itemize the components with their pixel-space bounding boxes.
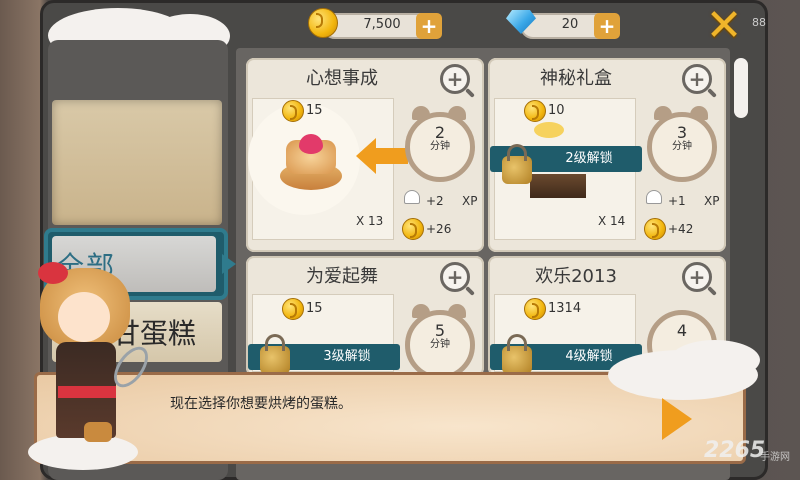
xp-label: XP bbox=[704, 194, 720, 208]
coin-icon bbox=[524, 298, 546, 320]
add-gems-button[interactable]: + bbox=[594, 13, 620, 39]
cupcake-icon bbox=[84, 422, 112, 442]
timer-clock-icon: 3 分钟 bbox=[647, 112, 717, 182]
selected-pointer-icon bbox=[222, 254, 236, 274]
heart-icon bbox=[299, 134, 323, 154]
coin-icon bbox=[282, 298, 304, 320]
watermark-logo: 2265 bbox=[704, 438, 766, 463]
coin-amount: 7,500 bbox=[363, 17, 401, 32]
chef-hat-icon bbox=[404, 190, 420, 204]
edge-badge: 88 bbox=[752, 16, 766, 29]
close-button[interactable]: ✕ bbox=[704, 4, 744, 48]
bake-time: 5 bbox=[434, 321, 446, 340]
cake-title: 神秘礼盒 bbox=[540, 68, 612, 89]
category-shelf bbox=[52, 100, 222, 225]
character-sash bbox=[58, 386, 116, 398]
gift-box-icon bbox=[530, 174, 586, 198]
magnify-icon[interactable] bbox=[440, 64, 470, 94]
magnify-icon[interactable] bbox=[682, 262, 712, 292]
arrow-shaft-icon bbox=[374, 148, 408, 164]
timer-clock-icon: 5 分钟 bbox=[405, 310, 475, 380]
cake-stock: X 13 bbox=[356, 214, 384, 228]
character-face bbox=[58, 292, 110, 342]
padlock-icon bbox=[260, 334, 290, 374]
bake-time-unit: 分钟 bbox=[430, 339, 450, 350]
cake-title: 欢乐2013 bbox=[535, 266, 617, 287]
coin-reward: +26 bbox=[426, 222, 452, 236]
bake-time-unit: 分钟 bbox=[430, 141, 450, 152]
dialog-text: 现在选择你想要烘烤的蛋糕。 bbox=[170, 396, 352, 412]
xp-gain: +1 bbox=[668, 194, 686, 208]
cake-title: 为爱起舞 bbox=[306, 266, 378, 287]
cake-price: 15 bbox=[306, 301, 323, 316]
coin-icon bbox=[402, 218, 424, 240]
padlock-icon bbox=[502, 334, 532, 374]
gift-bow-icon bbox=[534, 122, 564, 138]
cake-price: 15 bbox=[306, 103, 323, 118]
cake-price: 1314 bbox=[548, 301, 582, 316]
cake-title: 心想事成 bbox=[306, 68, 378, 89]
cloud-decoration bbox=[670, 340, 760, 380]
coin-reward: +42 bbox=[668, 222, 694, 236]
magnify-icon[interactable] bbox=[440, 262, 470, 292]
cloud-decoration bbox=[28, 434, 138, 470]
cake-stock: X 14 bbox=[598, 214, 626, 228]
bake-time: 4 bbox=[676, 321, 688, 340]
coin-icon bbox=[644, 218, 666, 240]
timer-clock-icon: 2 分钟 bbox=[405, 112, 475, 182]
bake-time: 3 bbox=[676, 123, 688, 142]
bow-icon bbox=[38, 262, 68, 284]
arrow-left-icon bbox=[356, 138, 376, 174]
coin-icon bbox=[524, 100, 546, 122]
xp-label: XP bbox=[462, 194, 478, 208]
gem-amount: 20 bbox=[561, 17, 579, 32]
cake-price: 10 bbox=[548, 103, 565, 118]
coin-icon bbox=[308, 8, 338, 38]
magnify-icon[interactable] bbox=[682, 64, 712, 94]
bake-time: 2 bbox=[434, 123, 446, 142]
xp-gain: +2 bbox=[426, 194, 444, 208]
scrollbar-thumb[interactable] bbox=[734, 58, 748, 118]
add-coins-button[interactable]: + bbox=[416, 13, 442, 39]
coin-icon bbox=[282, 100, 304, 122]
padlock-icon bbox=[502, 144, 532, 184]
watermark-subtext: 手游网 bbox=[760, 452, 790, 463]
bake-time-unit: 分钟 bbox=[672, 141, 692, 152]
chef-hat-icon bbox=[646, 190, 662, 204]
